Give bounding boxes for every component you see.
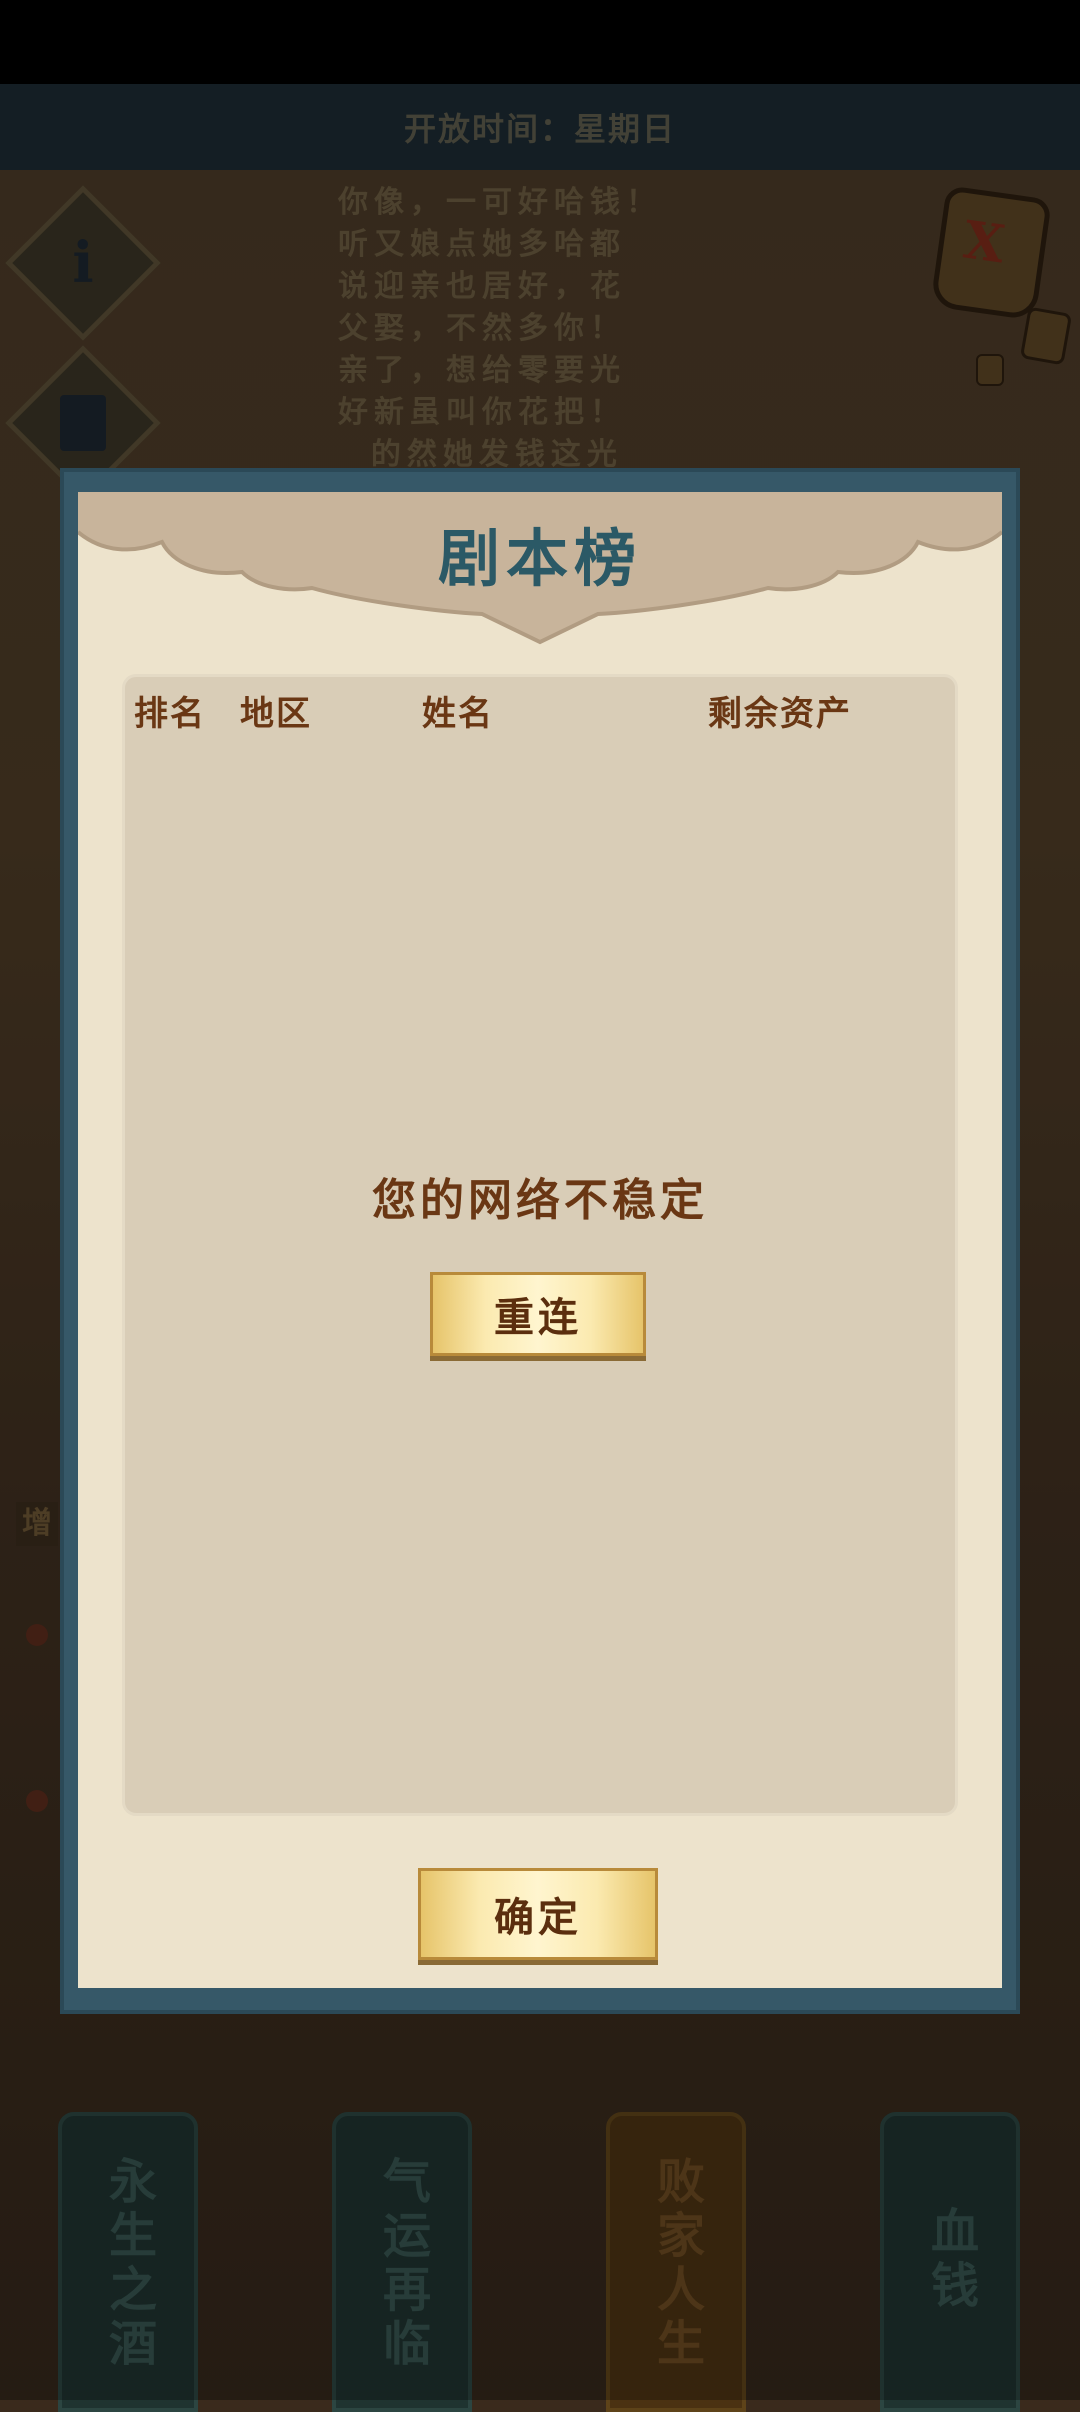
column-region: 地区 xyxy=(240,694,312,734)
modal-title: 剧本榜 xyxy=(437,522,642,595)
column-name: 姓名 xyxy=(422,694,494,734)
column-assets: 剩余资产 xyxy=(708,694,852,734)
confirm-button[interactable]: 确定 xyxy=(418,1868,658,1960)
leaderboard-list[interactable] xyxy=(122,674,958,1816)
reconnect-button[interactable]: 重连 xyxy=(430,1272,646,1356)
column-rank: 排名 xyxy=(134,694,206,734)
network-error-message: 您的网络不稳定 xyxy=(372,1175,708,1226)
